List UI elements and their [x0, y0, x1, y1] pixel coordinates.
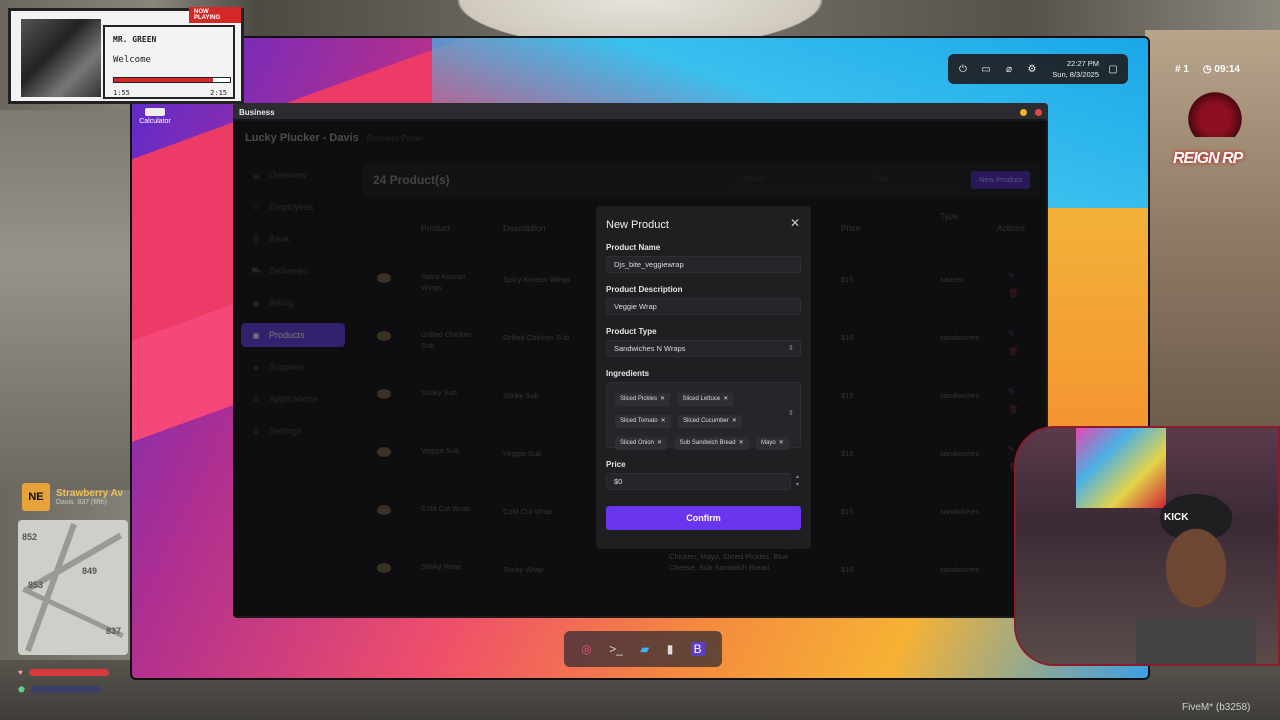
- close-window-button[interactable]: [1035, 108, 1042, 116]
- player-vitals: ♥ ⬟: [18, 668, 218, 702]
- tray-clock[interactable]: 22:27 PM Sun, 8/3/2025: [1052, 58, 1099, 80]
- duration-time: 2:15: [210, 89, 227, 97]
- product-name-input[interactable]: Djs_bite_veggiewrap: [606, 256, 801, 273]
- tray-time: 22:27 PM: [1066, 59, 1099, 68]
- remove-tag-icon[interactable]: ✕: [739, 440, 744, 446]
- business-app-icon[interactable]: B: [690, 642, 705, 656]
- price-input[interactable]: $0: [606, 473, 791, 490]
- ingredient-tag-label: Sliced Tomato: [620, 418, 658, 424]
- remove-tag-icon[interactable]: ✕: [661, 418, 666, 424]
- now-playing-badge: NOW PLAYING: [189, 7, 241, 23]
- crown-icon: [1180, 92, 1250, 137]
- song-progress-fill: [114, 78, 213, 82]
- map-label: 849: [82, 566, 98, 576]
- remove-tag-icon[interactable]: ✕: [657, 440, 662, 446]
- ingredient-tag: Sliced Onion ✕: [615, 437, 668, 450]
- folder-icon[interactable]: ▰: [640, 642, 649, 656]
- server-hud: # 1 ◷ 09:14: [1175, 64, 1240, 75]
- hat-logo: KICK: [1164, 512, 1189, 523]
- terminal-icon[interactable]: >_: [609, 642, 623, 656]
- chevron-updown-icon: ⇕: [788, 410, 794, 417]
- players-count: # 1: [1175, 64, 1189, 75]
- ingredient-tag: Sliced Pickles ✕: [615, 393, 671, 406]
- players-value: 1: [1183, 64, 1189, 75]
- battery-icon[interactable]: ▭: [977, 60, 995, 78]
- logo-text: REIGN RP: [1173, 150, 1243, 167]
- ingredient-tag-label: Sliced Pickles: [620, 396, 658, 402]
- product-type-select[interactable]: Sandwiches N Wraps ⇕: [606, 340, 801, 357]
- new-product-modal: New Product ✕ Product Name Djs_bite_vegg…: [596, 206, 811, 549]
- reign-rp-logo: REIGN RP: [1165, 90, 1265, 180]
- file-icon[interactable]: ▮: [667, 642, 674, 656]
- close-icon[interactable]: ✕: [790, 216, 800, 230]
- streamer: [1136, 488, 1256, 664]
- ingredient-tag-label: Mayo: [761, 440, 776, 446]
- calculator-desktop-icon[interactable]: Calculator: [138, 108, 172, 125]
- modal-title: New Product: [606, 219, 669, 231]
- window-title: Business: [239, 107, 275, 117]
- song-title: Welcome: [113, 55, 151, 65]
- price-stepper[interactable]: ▴ ▾: [796, 473, 799, 489]
- power-icon[interactable]: ⏻: [954, 60, 972, 78]
- wifi-off-icon[interactable]: ⌀: [1000, 60, 1018, 78]
- map-label: 837: [106, 626, 122, 636]
- remove-tag-icon[interactable]: ✕: [723, 396, 728, 402]
- chevron-updown-icon: ⇕: [788, 345, 794, 352]
- server-clock: ◷ 09:14: [1202, 64, 1240, 75]
- settings-icon[interactable]: ⚙: [1023, 60, 1041, 78]
- record-icon[interactable]: ◎: [581, 642, 591, 656]
- ingredient-tag-label: Sliced Lettuce: [682, 396, 721, 402]
- left-wall: [0, 110, 135, 490]
- system-tray: ⏻ ▭ ⌀ ⚙ 22:27 PM Sun, 8/3/2025 ▢: [948, 54, 1128, 84]
- ingredient-tag: Mayo ✕: [756, 437, 789, 450]
- product-type-value: Sandwiches N Wraps: [614, 344, 686, 353]
- clock-value: 09:14: [1214, 64, 1240, 75]
- ingredient-tag-label: Sliced Onion: [620, 440, 655, 446]
- remove-tag-icon[interactable]: ✕: [732, 418, 737, 424]
- ingredient-tag: Sliced Lettuce ✕: [677, 393, 734, 406]
- ingredients-multiselect[interactable]: Sliced Pickles ✕ Sliced Lettuce ✕ Sliced T…: [606, 382, 801, 450]
- health-bar: [28, 669, 109, 676]
- ingredients-label: Ingredients: [606, 369, 650, 378]
- map-label: 852: [22, 532, 38, 542]
- confirm-button[interactable]: Confirm: [606, 506, 801, 530]
- elapsed-time: 1:55: [113, 89, 130, 97]
- now-playing-widget: NOW PLAYING MR. GREEN Welcome 1:55 2:15: [8, 7, 244, 104]
- street-indicator: NE Strawberry Av Davis, 837 (fifth): [22, 483, 123, 511]
- tray-date: Sun, 8/3/2025: [1052, 70, 1099, 79]
- product-description-label: Product Description: [606, 285, 683, 294]
- notification-icon[interactable]: ▢: [1104, 60, 1122, 78]
- compass-direction: NE: [22, 483, 50, 511]
- ingredient-tag: Sliced Cucumber ✕: [678, 415, 742, 428]
- calculator-icon: [145, 108, 165, 116]
- webcam-feed: KICK: [1014, 426, 1280, 666]
- artist-name: MR. GREEN: [113, 35, 157, 44]
- price-label: Price: [606, 460, 626, 469]
- ingredient-tag: Sub Sandwich Bread ✕: [674, 437, 749, 450]
- map-label: 853: [28, 580, 44, 590]
- ingredient-tag: Sliced Tomato ✕: [615, 415, 671, 428]
- fivem-watermark: FiveM* (b3258): [1182, 702, 1251, 713]
- product-name-label: Product Name: [606, 243, 661, 252]
- minimap: 852 849 853 837: [18, 520, 128, 655]
- product-type-label: Product Type: [606, 327, 657, 336]
- heart-icon: ♥: [18, 668, 23, 677]
- armor-bar: [30, 686, 101, 693]
- street-subtitle: Davis, 837 (fifth): [56, 499, 107, 506]
- calculator-label: Calculator: [139, 118, 171, 125]
- shield-icon: ⬟: [18, 685, 25, 694]
- ingredient-tag-label: Sub Sandwich Bread: [679, 440, 736, 446]
- taskbar: ◎ >_ ▰ ▮ B: [564, 631, 722, 667]
- street-name: Strawberry Av: [56, 488, 124, 499]
- ingredient-tag-label: Sliced Cucumber: [683, 418, 729, 424]
- remove-tag-icon[interactable]: ✕: [660, 396, 665, 402]
- album-art: [21, 19, 101, 97]
- song-progress-bar: [113, 77, 231, 83]
- remove-tag-icon[interactable]: ✕: [779, 440, 784, 446]
- minimize-button[interactable]: [1020, 108, 1027, 116]
- product-description-input[interactable]: Veggie Wrap: [606, 298, 801, 315]
